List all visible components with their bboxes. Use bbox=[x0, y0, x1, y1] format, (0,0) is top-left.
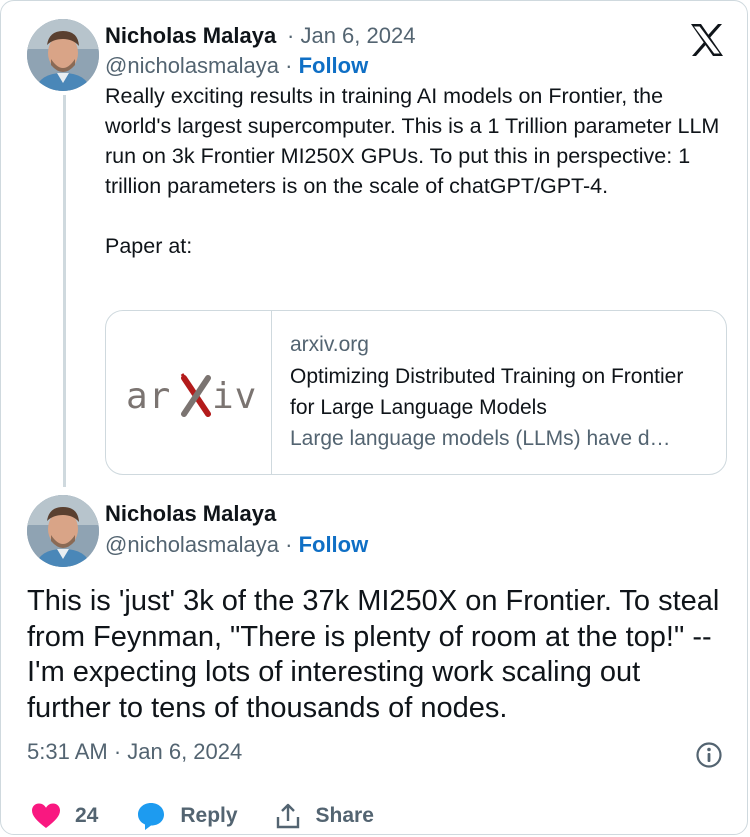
thread-line bbox=[63, 95, 66, 487]
reply-author-name[interactable]: Nicholas Malaya bbox=[105, 501, 276, 527]
date-text: Jan 6, 2024 bbox=[300, 23, 416, 48]
reply-follow-button[interactable]: Follow bbox=[299, 532, 369, 557]
separator-dot: · bbox=[285, 532, 293, 557]
link-title: Optimizing Distributed Training on Front… bbox=[290, 365, 684, 419]
share-button[interactable]: Share bbox=[274, 802, 374, 830]
link-preview-text: arxiv.org Optimizing Distributed Trainin… bbox=[290, 329, 710, 455]
arxiv-logo-left: ar bbox=[126, 376, 171, 417]
arxiv-logo: ar iv bbox=[106, 311, 272, 474]
author-handle[interactable]: @nicholasmalaya bbox=[105, 53, 279, 78]
separator-dot: · bbox=[285, 53, 293, 78]
link-preview-card[interactable]: ar iv arxiv.org Optimizing Distributed T… bbox=[105, 310, 727, 475]
follow-button[interactable]: Follow bbox=[299, 53, 369, 78]
reply-label: Reply bbox=[180, 804, 238, 827]
reply-author-avatar[interactable] bbox=[27, 495, 99, 567]
like-button[interactable]: 24 bbox=[31, 802, 98, 830]
tweet-date[interactable]: · Jan 6, 2024 bbox=[287, 23, 415, 49]
tweet-timestamp[interactable]: 5:31 AM · Jan 6, 2024 bbox=[27, 739, 242, 765]
heart-icon bbox=[32, 803, 60, 828]
reply-button[interactable]: Reply bbox=[136, 801, 238, 831]
author-handle-row: @nicholasmalaya · Follow bbox=[105, 53, 368, 79]
author-name[interactable]: Nicholas Malaya bbox=[105, 23, 276, 49]
reply-handle-row: @nicholasmalaya · Follow bbox=[105, 532, 368, 558]
link-domain: arxiv.org bbox=[290, 333, 369, 356]
tweet-embed-card: Nicholas Malaya · Jan 6, 2024 @nicholasm… bbox=[0, 0, 748, 835]
info-icon[interactable] bbox=[695, 741, 723, 769]
tweet-text: Really exciting results in training AI m… bbox=[105, 84, 720, 258]
separator-dot: · bbox=[287, 23, 295, 48]
share-icon bbox=[276, 803, 299, 829]
reply-text: This is 'just' 3k of the 37k MI250X on F… bbox=[27, 585, 720, 724]
link-description: Large language models (LLMs) have d… bbox=[290, 427, 671, 450]
x-logo-icon[interactable] bbox=[689, 23, 725, 57]
author-avatar[interactable] bbox=[27, 19, 99, 91]
reply-author-handle[interactable]: @nicholasmalaya bbox=[105, 532, 279, 557]
arxiv-logo-right: iv bbox=[212, 376, 257, 417]
arxiv-logo-icon: ar iv bbox=[126, 372, 257, 417]
share-label: Share bbox=[315, 804, 374, 827]
like-count: 24 bbox=[75, 804, 99, 827]
reply-bubble-icon bbox=[138, 803, 165, 830]
action-bar: 24 Reply Share bbox=[31, 799, 374, 833]
